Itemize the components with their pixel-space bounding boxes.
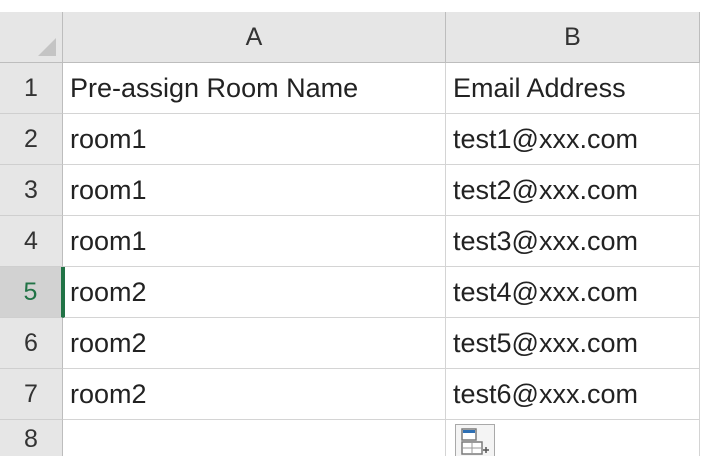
row-header-8[interactable]: 8: [0, 420, 63, 456]
spreadsheet-grid: A B 1 Pre-assign Room Name Email Address…: [0, 12, 700, 456]
cell-a2[interactable]: room1: [63, 114, 446, 165]
row-header-7[interactable]: 7: [0, 369, 63, 420]
cell-a4[interactable]: room1: [63, 216, 446, 267]
cell-a8[interactable]: [63, 420, 446, 456]
cell-b7[interactable]: test6@xxx.com: [446, 369, 700, 420]
row-header-1[interactable]: 1: [0, 63, 63, 114]
column-header-a[interactable]: A: [63, 12, 446, 63]
cell-b3[interactable]: test2@xxx.com: [446, 165, 700, 216]
row-header-2[interactable]: 2: [0, 114, 63, 165]
cell-a1[interactable]: Pre-assign Room Name: [63, 63, 446, 114]
select-all-triangle-icon: [38, 38, 56, 56]
cell-b4[interactable]: test3@xxx.com: [446, 216, 700, 267]
cell-a5[interactable]: room2: [63, 267, 446, 318]
paste-options-glyph-icon: [461, 428, 489, 455]
row-header-5[interactable]: 5: [0, 267, 63, 318]
cell-b1[interactable]: Email Address: [446, 63, 700, 114]
paste-options-icon[interactable]: [455, 424, 495, 456]
cell-b5[interactable]: test4@xxx.com: [446, 267, 700, 318]
row-header-6[interactable]: 6: [0, 318, 63, 369]
cell-a3[interactable]: room1: [63, 165, 446, 216]
cell-a7[interactable]: room2: [63, 369, 446, 420]
cell-a6[interactable]: room2: [63, 318, 446, 369]
cell-b6[interactable]: test5@xxx.com: [446, 318, 700, 369]
column-header-b[interactable]: B: [446, 12, 700, 63]
cell-b2[interactable]: test1@xxx.com: [446, 114, 700, 165]
row-header-3[interactable]: 3: [0, 165, 63, 216]
row-header-4[interactable]: 4: [0, 216, 63, 267]
select-all-button[interactable]: [0, 12, 63, 63]
spreadsheet: A B 1 Pre-assign Room Name Email Address…: [0, 0, 711, 456]
